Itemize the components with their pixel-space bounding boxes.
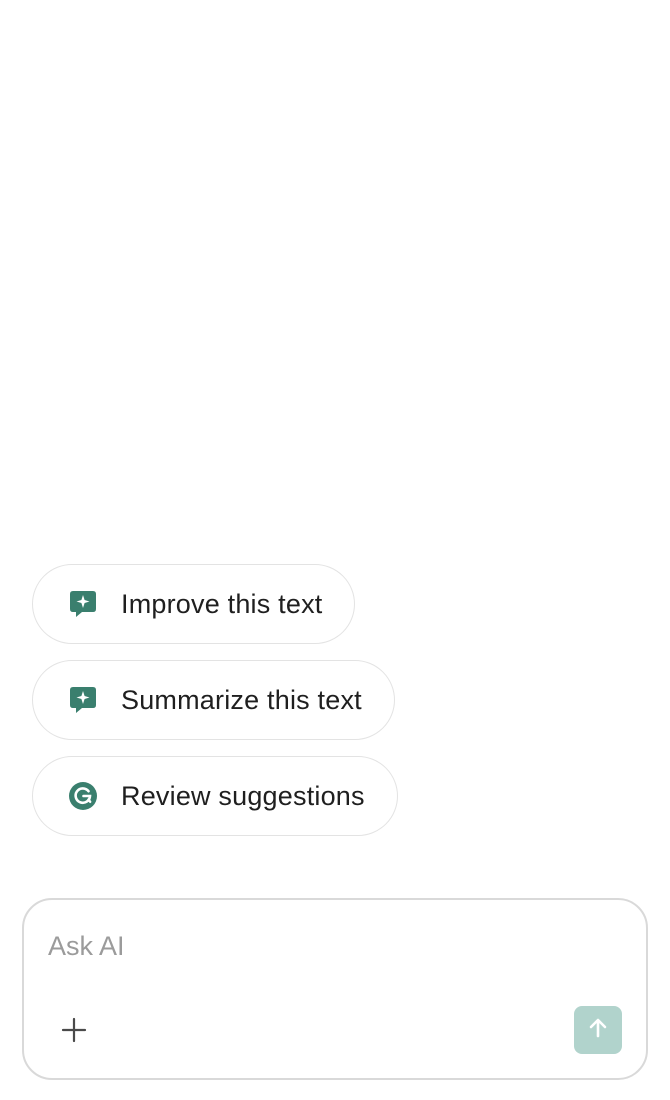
sparkle-chat-icon — [67, 684, 99, 716]
suggestion-label: Review suggestions — [121, 780, 365, 811]
suggestion-label: Improve this text — [121, 588, 323, 619]
sparkle-chat-icon — [67, 588, 99, 620]
add-attachment-button[interactable] — [54, 1012, 94, 1052]
send-button[interactable] — [574, 1006, 622, 1054]
suggestion-list: Improve this text Summarize this text Re… — [32, 564, 398, 836]
ask-ai-input[interactable] — [48, 926, 608, 966]
suggestion-summarize-text[interactable]: Summarize this text — [32, 660, 395, 740]
suggestion-label: Summarize this text — [121, 684, 362, 715]
suggestion-review-suggestions[interactable]: Review suggestions — [32, 756, 398, 836]
grammarly-logo-icon — [67, 780, 99, 812]
ask-ai-composer — [22, 898, 648, 1080]
plus-icon — [60, 1016, 88, 1049]
ai-assistant-panel: Improve this text Summarize this text Re… — [0, 0, 670, 1100]
suggestion-improve-text[interactable]: Improve this text — [32, 564, 356, 644]
arrow-up-icon — [586, 1016, 610, 1045]
